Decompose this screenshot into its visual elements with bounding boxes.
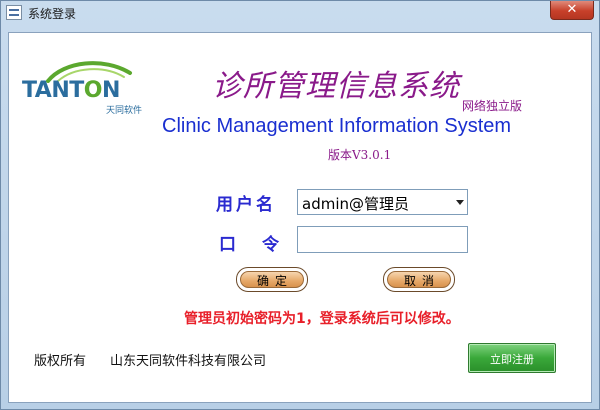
username-selected-value: admin@管理员 bbox=[302, 195, 409, 213]
window-title: 系统登录 bbox=[28, 7, 77, 21]
username-label: 用户名 bbox=[216, 195, 276, 215]
cancel-button-label: 取消 bbox=[403, 274, 440, 288]
logo-wordmark: TANTON bbox=[22, 78, 120, 103]
register-button-label: 立即注册 bbox=[490, 353, 534, 366]
edition-label: 网络独立版 bbox=[462, 99, 523, 113]
close-button[interactable]: ✕ bbox=[550, 1, 594, 20]
title-bar[interactable]: 系统登录 ✕ bbox=[1, 1, 599, 25]
tanton-logo: TANTON 天同软件 bbox=[22, 59, 148, 117]
english-title: Clinic Management Information System bbox=[162, 115, 512, 137]
register-button[interactable]: 立即注册 bbox=[468, 343, 556, 373]
chevron-down-icon[interactable] bbox=[456, 200, 464, 205]
cancel-button[interactable]: 取消 bbox=[383, 267, 455, 292]
chinese-title: 诊所管理信息系统 bbox=[212, 69, 460, 104]
login-window: 系统登录 ✕ TANTON 天同软件 诊所管理信息系统 网络独立版 Clinic… bbox=[0, 0, 600, 410]
company-name: 山东天同软件科技有限公司 bbox=[110, 354, 267, 369]
password-label: 口令 bbox=[219, 235, 279, 255]
password-notice: 管理员初始密码为1，登录系统后可以修改。 bbox=[184, 311, 460, 327]
login-panel: TANTON 天同软件 诊所管理信息系统 网络独立版 Clinic Manage… bbox=[8, 32, 592, 403]
ok-button[interactable]: 确定 bbox=[236, 267, 308, 292]
ok-button-label: 确定 bbox=[256, 274, 293, 288]
password-field[interactable] bbox=[297, 226, 468, 253]
app-window-icon bbox=[6, 5, 22, 20]
username-select[interactable]: admin@管理员 bbox=[297, 189, 468, 215]
copyright-label: 版权所有 bbox=[34, 354, 87, 369]
logo-subtitle: 天同软件 bbox=[106, 106, 143, 116]
version-label: 版本V3.0.1 bbox=[328, 148, 392, 162]
